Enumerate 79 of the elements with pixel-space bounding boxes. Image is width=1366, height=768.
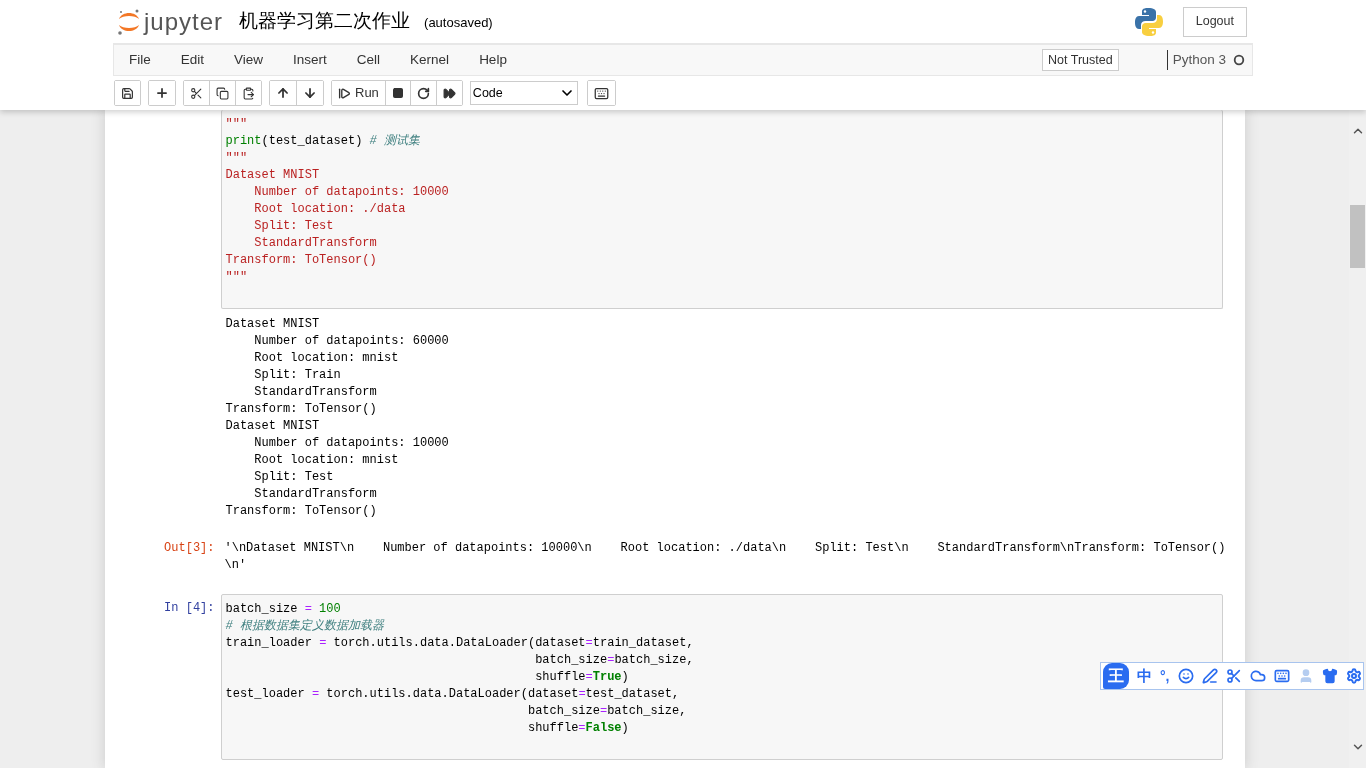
code-line: """ — [225, 269, 248, 286]
output-line: Dataset MNIST — [225, 418, 320, 435]
output-line: StandardTransform — [253, 384, 377, 401]
output-line: Dataset MNIST — [225, 316, 320, 333]
menu-item[interactable]: Cell — [341, 49, 396, 71]
code-line: # 根据数据集定义数据加载器 — [225, 618, 384, 635]
output-line: Split: Test — [253, 469, 334, 486]
arrow-down-icon — [303, 86, 317, 100]
code-line: Number of datapoints: 10000 — [253, 184, 449, 201]
code-line: print(test_dataset) # 测试集 — [225, 133, 420, 150]
jupyter-logo-icon — [117, 7, 141, 36]
output-line: Number of datapoints: 10000 — [253, 435, 449, 452]
logout-button[interactable]: Logout — [1182, 6, 1247, 37]
output-line: Number of datapoints: 60000 — [253, 333, 449, 350]
code-line: train_loader = torch.utils.data.DataLoader(dataset=train_dataset, — [225, 635, 694, 652]
code-line: batch_size=batch_size, — [526, 703, 687, 720]
emoji-icon[interactable] — [1177, 668, 1194, 684]
code-line: StandardTransform — [253, 235, 377, 252]
arrow-up-icon — [276, 86, 290, 100]
code-line: batch_size = 100 — [225, 601, 341, 618]
code-line: """ — [225, 150, 248, 167]
scrollbar-thumb[interactable] — [1350, 205, 1365, 268]
fast-forward-icon — [442, 86, 456, 100]
menu-item[interactable]: View — [219, 49, 279, 71]
python-logo-icon — [1134, 6, 1163, 37]
move-up-button[interactable] — [270, 81, 297, 105]
pen-icon[interactable] — [1201, 668, 1218, 684]
code-line: Dataset MNIST — [225, 167, 320, 184]
menu-item[interactable]: Help — [464, 49, 522, 71]
stop-icon — [391, 87, 404, 99]
output-line: Transform: ToTensor() — [225, 503, 377, 520]
code-line: Transform: ToTensor() — [225, 252, 377, 269]
plus-icon — [155, 86, 169, 100]
code-line: test_loader = torch.utils.data.DataLoader(dataset=test_dataset, — [225, 686, 680, 703]
cut-button[interactable] — [184, 81, 210, 105]
jupyter-logo-text: jupyter — [144, 9, 224, 34]
output-line: '\nDataset MNIST\n Number of datapoints: 10000\n Root location: ./data\n Split: Test\n StandardTransform\nTransform: ToTensor() — [224, 540, 1226, 557]
output-line: \n' — [224, 557, 247, 574]
trust-status[interactable]: Not Trusted — [1042, 49, 1119, 71]
code-line: Split: Test — [253, 218, 334, 235]
keyboard-icon — [593, 85, 609, 101]
input-prompt: In [4]: — [164, 600, 215, 617]
language-mode[interactable]: 中 — [1137, 664, 1152, 688]
kernel-idle-icon — [1233, 54, 1245, 66]
output-line: Root location: mnist — [253, 350, 399, 367]
output-line: Root location: mnist — [253, 452, 399, 469]
settings-icon[interactable] — [1345, 668, 1362, 684]
cloud-icon[interactable] — [1249, 668, 1266, 684]
paste-icon — [242, 86, 255, 100]
punctuation-mode[interactable]: °, — [1160, 665, 1170, 687]
output-prompt: Out[3]: — [164, 540, 215, 557]
keyboard-shortcuts-button[interactable] — [587, 81, 615, 105]
code-line: """ — [225, 116, 248, 133]
menu-item[interactable]: Edit — [165, 49, 220, 71]
kernel-name: Python 3 — [1166, 49, 1226, 71]
cell-type-select[interactable]: Code — [469, 81, 578, 105]
add-cell-button[interactable] — [149, 81, 175, 105]
run-button[interactable]: Run — [332, 81, 386, 105]
output-line: Split: Train — [253, 367, 341, 384]
keyboard-icon[interactable] — [1273, 668, 1290, 684]
scissors-icon[interactable] — [1225, 668, 1242, 684]
code-line: shuffle=False) — [526, 720, 629, 737]
save-status: (autosaved) — [424, 13, 493, 32]
code-line: Root location: ./data — [253, 201, 406, 218]
step-forward-icon — [338, 86, 351, 100]
input-method-logo[interactable]: 王 — [1103, 662, 1129, 689]
output-line: Transform: ToTensor() — [225, 401, 377, 418]
menu-item[interactable]: Kernel — [395, 49, 465, 71]
code-line: shuffle=True) — [534, 669, 629, 686]
menu-item[interactable]: File — [129, 49, 166, 71]
save-button[interactable] — [115, 81, 140, 105]
code-line: batch_size=batch_size, — [534, 652, 694, 669]
shirt-icon[interactable] — [1321, 668, 1338, 684]
notebook-title[interactable]: 机器学习第二次作业 — [239, 7, 411, 36]
copy-icon — [216, 86, 229, 100]
scissors-icon — [190, 86, 203, 100]
menu-item[interactable]: Insert — [278, 49, 342, 71]
restart-icon — [416, 86, 430, 100]
output-line: StandardTransform — [253, 486, 377, 503]
